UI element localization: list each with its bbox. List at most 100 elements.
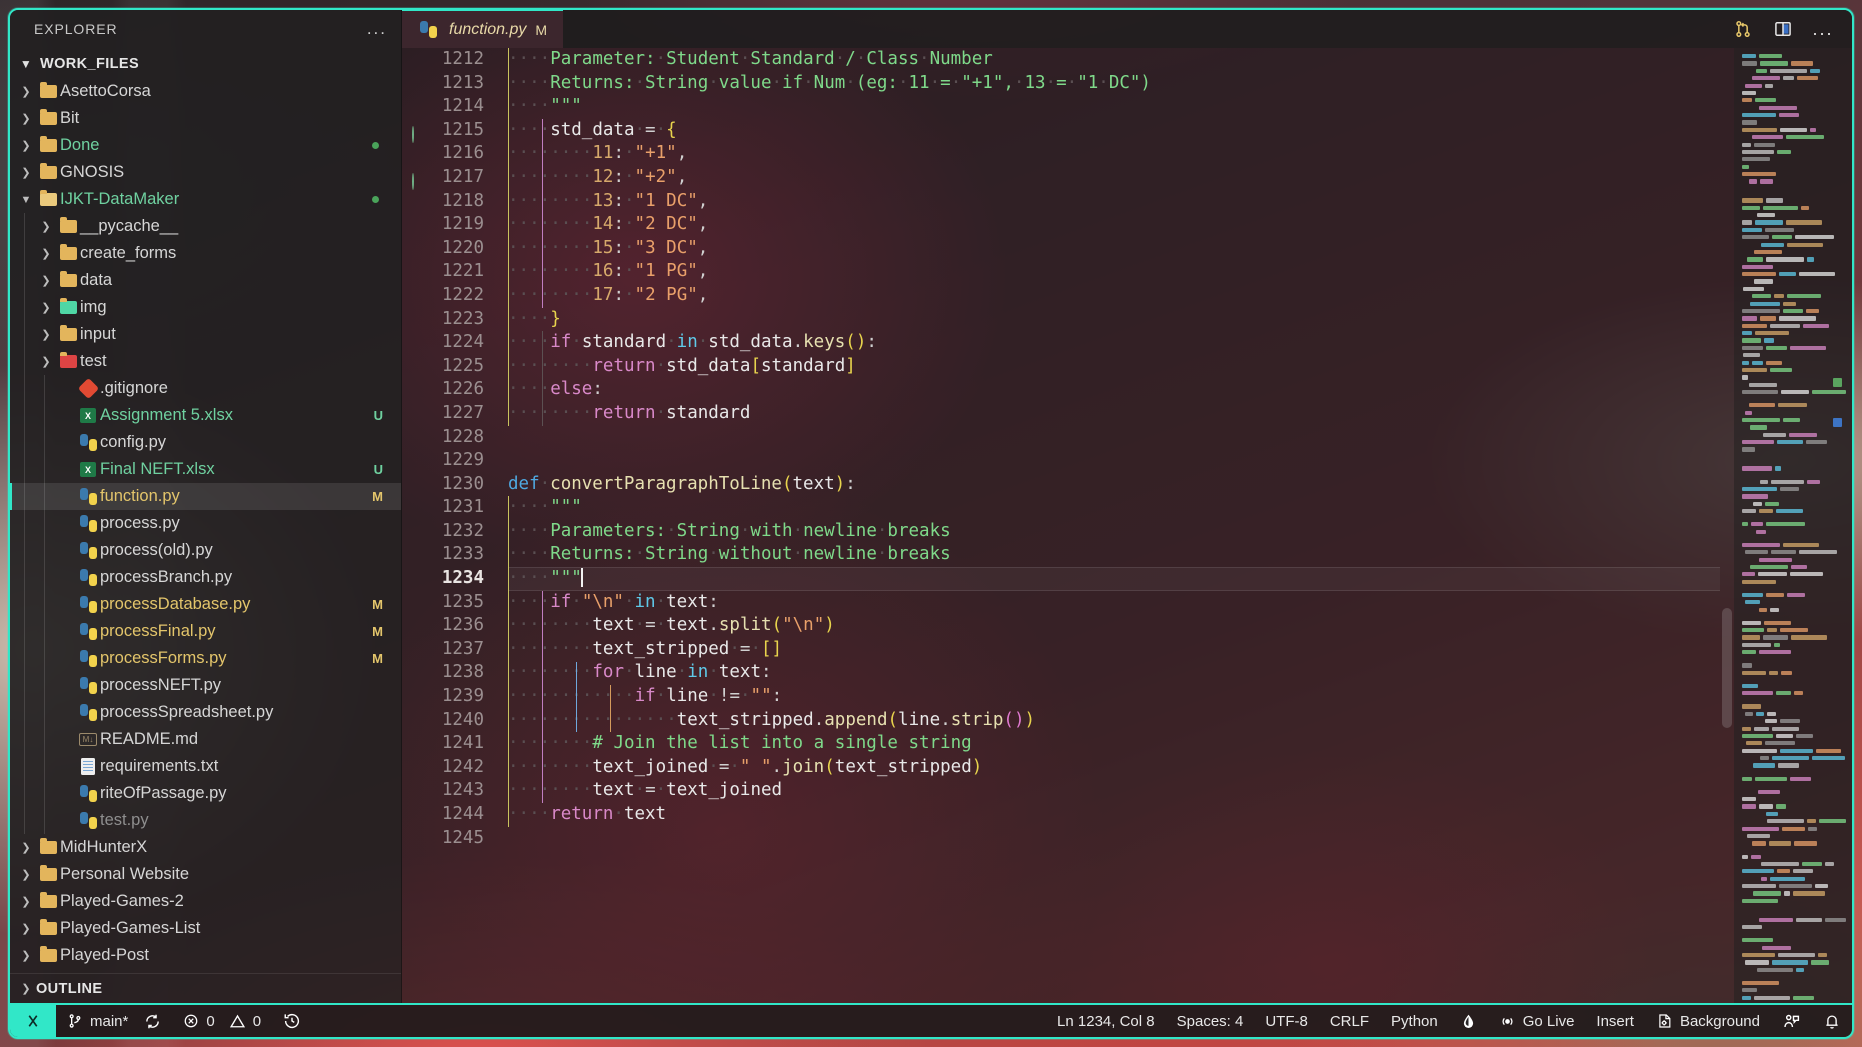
status-timeline[interactable] [272, 1005, 312, 1037]
code-line[interactable]: def·convertParagraphToLine(text): [508, 473, 1720, 497]
tree-item-riteofpassage-py[interactable]: ❯riteOfPassage.py [10, 780, 401, 807]
code-line[interactable]: ········for·line·in·text: [508, 661, 1720, 685]
tree-item-create-forms[interactable]: ❯ create_forms [10, 240, 401, 267]
status-cursor-position[interactable]: Ln 1234, Col 8 [1046, 1005, 1166, 1037]
status-eol[interactable]: CRLF [1319, 1005, 1380, 1037]
code-line[interactable]: ········# Join the list into a single st… [508, 732, 1720, 756]
code-line[interactable]: ····Parameter:·Student·Standard·/·Class·… [508, 48, 1720, 72]
status-language-mode[interactable]: Python [1380, 1005, 1449, 1037]
code-line[interactable]: ········13:·"1 DC", [508, 190, 1720, 214]
status-problems[interactable]: 0 0 [172, 1005, 272, 1037]
code-line[interactable]: ········15:·"3 DC", [508, 237, 1720, 261]
tree-item-input[interactable]: ❯ input [10, 321, 401, 348]
status-formatter[interactable] [1449, 1005, 1488, 1037]
tree-root-work-files[interactable]: ▼ WORK_FILES [10, 50, 401, 78]
scrollbar-thumb[interactable] [1722, 608, 1732, 728]
status-notifications[interactable] [1812, 1005, 1852, 1037]
tree-item-img[interactable]: ❯ img [10, 294, 401, 321]
tree-item-processspreadsheet-py[interactable]: ❯processSpreadsheet.py [10, 699, 401, 726]
code-line[interactable]: ················text_stripped.append(lin… [508, 709, 1720, 733]
code-line[interactable]: ····Returns:·String·without·newline·brea… [508, 543, 1720, 567]
status-indentation[interactable]: Spaces: 4 [1166, 1005, 1255, 1037]
breakpoint-hint-icon[interactable] [402, 125, 424, 143]
status-editor-mode[interactable]: Insert [1585, 1005, 1645, 1037]
tree-item-played-games-list[interactable]: ❯ Played-Games-List [10, 915, 401, 942]
outline-section[interactable]: ❯ OUTLINE [10, 973, 401, 1003]
code-line[interactable] [508, 426, 1720, 450]
tree-item-process-py[interactable]: ❯process.py [10, 510, 401, 537]
code-line[interactable]: ········text·=·text.split("\n") [508, 614, 1720, 638]
code-line[interactable]: ········12:·"+2", [508, 166, 1720, 190]
status-encoding[interactable]: UTF-8 [1254, 1005, 1319, 1037]
code-line[interactable]: ····""" [508, 496, 1720, 520]
tree-item-test[interactable]: ❯ test [10, 348, 401, 375]
code-line[interactable]: ········16:·"1 PG", [508, 260, 1720, 284]
status-live-share[interactable] [1771, 1005, 1812, 1037]
tree-item-process-old-py[interactable]: ❯process(old).py [10, 537, 401, 564]
tree-item-test-py[interactable]: ❯test.py [10, 807, 401, 834]
code-line[interactable]: ····std_data·=·{ [508, 119, 1720, 143]
code-line[interactable]: ········text·=·text_joined [508, 779, 1720, 803]
tree-item-assignment-5-xlsx[interactable]: ❯XAssignment 5.xlsxU [10, 402, 401, 429]
tree-item-ijkt-datamaker[interactable]: ▼ IJKT-DataMaker [10, 186, 401, 213]
minimap-line [1749, 382, 1846, 389]
tree-item-processbranch-py[interactable]: ❯processBranch.py [10, 564, 401, 591]
code-line[interactable]: ········text_joined·=·" ".join(text_stri… [508, 756, 1720, 780]
code-line[interactable]: ········11:·"+1", [508, 142, 1720, 166]
code-line[interactable]: ········text_stripped·=·[] [508, 638, 1720, 662]
tree-item-requirements-txt[interactable]: ❯requirements.txt [10, 753, 401, 780]
explorer-more-actions-icon[interactable]: ... [367, 19, 387, 39]
tree-item-processfinal-py[interactable]: ❯processFinal.pyM [10, 618, 401, 645]
minimap-line [1742, 316, 1846, 322]
tree-item-config-py[interactable]: ❯config.py [10, 429, 401, 456]
code-line[interactable]: ····} [508, 308, 1720, 332]
code-content[interactable]: ····Parameter:·Student·Standard·/·Class·… [496, 48, 1720, 1003]
source-control-compare-icon[interactable] [1732, 18, 1754, 40]
status-branch[interactable]: main* [56, 1005, 172, 1037]
status-go-live[interactable]: Go Live [1488, 1005, 1586, 1037]
code-line[interactable]: ····else: [508, 378, 1720, 402]
code-line[interactable]: ········return·standard [508, 402, 1720, 426]
tree-item-final-neft-xlsx[interactable]: ❯XFinal NEFT.xlsxU [10, 456, 401, 483]
tree-item-played-post[interactable]: ❯ Played-Post [10, 942, 401, 969]
tree-item-played-games-2[interactable]: ❯ Played-Games-2 [10, 888, 401, 915]
code-line[interactable]: ········return·std_data[standard] [508, 355, 1720, 379]
tab-function-py[interactable]: function.py M [402, 10, 564, 48]
code-line[interactable] [508, 449, 1720, 473]
status-remote-indicator[interactable] [10, 1005, 56, 1037]
sync-icon[interactable] [144, 1013, 161, 1030]
more-actions-icon[interactable]: ... [1812, 18, 1834, 40]
file-tree[interactable]: ▼ WORK_FILES ❯ AsettoCorsa ❯ Bit ❯ Done ❯ GNOSI… [10, 48, 401, 973]
code-line[interactable]: ········14:·"2 DC", [508, 213, 1720, 237]
code-line[interactable]: ········17:·"2 PG", [508, 284, 1720, 308]
tree-item-pycache[interactable]: ❯ __pycache__ [10, 213, 401, 240]
tree-item-bit[interactable]: ❯ Bit [10, 105, 401, 132]
tree-item-done[interactable]: ❯ Done [10, 132, 401, 159]
code-line[interactable] [508, 827, 1720, 851]
code-line[interactable]: ····""" [508, 567, 1720, 591]
code-line[interactable]: ············if·line·!=·"": [508, 685, 1720, 709]
code-line[interactable]: ····Parameters:·String·with·newline·brea… [508, 520, 1720, 544]
code-line[interactable]: ····if·"\n"·in·text: [508, 591, 1720, 615]
minimap-line [1742, 447, 1846, 453]
minimap[interactable] [1734, 48, 1852, 1003]
code-line[interactable]: ····if·standard·in·std_data.keys(): [508, 331, 1720, 355]
tree-item-personal-website[interactable]: ❯ Personal Website [10, 861, 401, 888]
split-editor-icon[interactable] [1772, 18, 1794, 40]
tree-item-processneft-py[interactable]: ❯processNEFT.py [10, 672, 401, 699]
tree-item-gitignore[interactable]: ❯.gitignore [10, 375, 401, 402]
code-line[interactable]: ····return·text [508, 803, 1720, 827]
tree-item-function-py[interactable]: ❯function.pyM [10, 483, 401, 510]
tree-item-gnosis[interactable]: ❯ GNOSIS [10, 159, 401, 186]
editor-scrollbar[interactable] [1720, 48, 1734, 1003]
tree-item-processforms-py[interactable]: ❯processForms.pyM [10, 645, 401, 672]
tree-item-midhunterx[interactable]: ❯ MidHunterX [10, 834, 401, 861]
tree-item-asettocorsa[interactable]: ❯ AsettoCorsa [10, 78, 401, 105]
breakpoint-hint-icon[interactable] [402, 173, 424, 190]
tree-item-readme-md[interactable]: ❯M↓README.md [10, 726, 401, 753]
tree-item-data[interactable]: ❯ data [10, 267, 401, 294]
code-line[interactable]: ····Returns:·String·value·if·Num·(eg:·11… [508, 72, 1720, 96]
tree-item-processdatabase-py[interactable]: ❯processDatabase.pyM [10, 591, 401, 618]
code-line[interactable]: ····""" [508, 95, 1720, 119]
status-background-task[interactable]: Background [1645, 1005, 1771, 1037]
